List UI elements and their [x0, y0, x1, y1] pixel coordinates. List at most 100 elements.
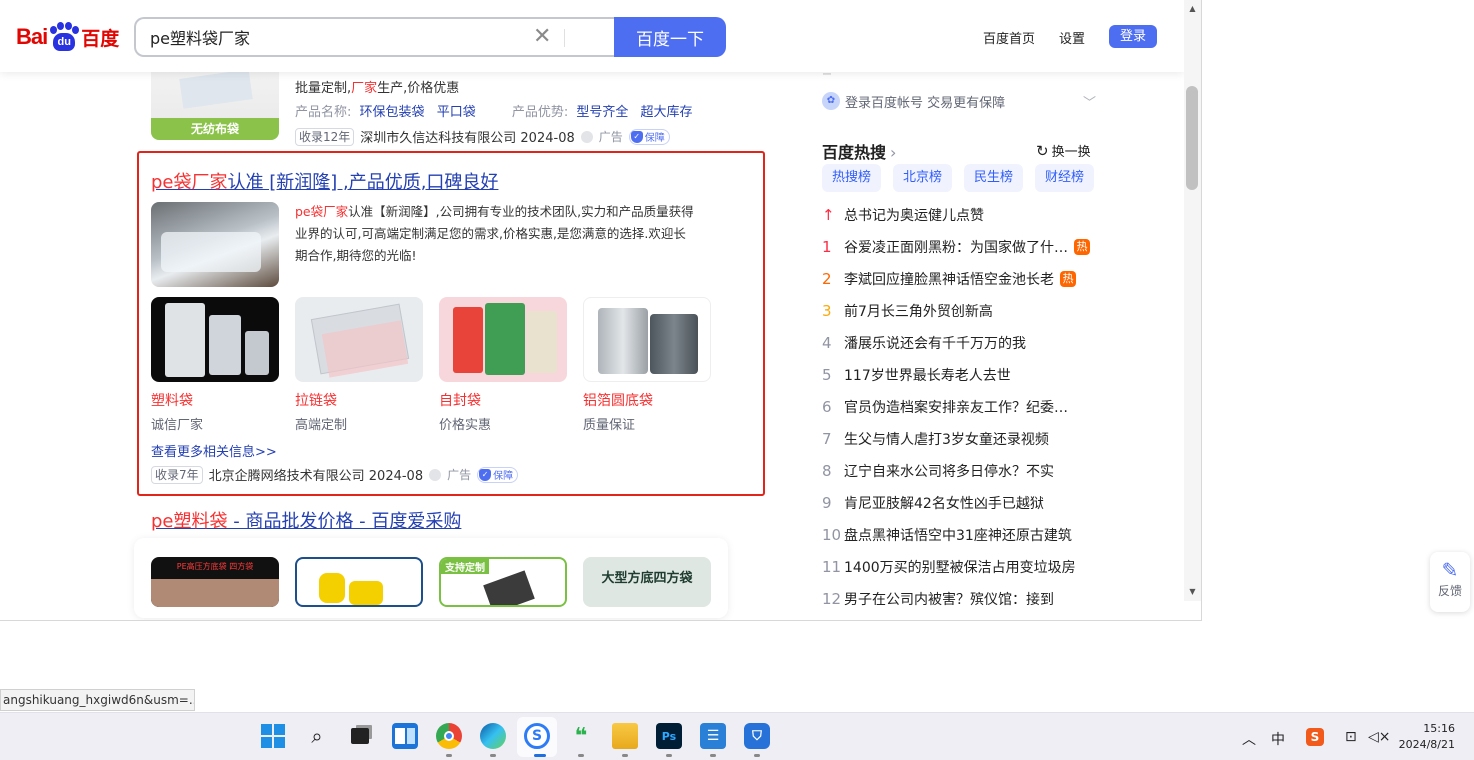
sogou-ime-icon[interactable]: S [1306, 728, 1324, 746]
guarantee-badge[interactable]: ✓ 保障 [477, 466, 519, 483]
result-3-image[interactable]: PE高压方底袋 四方袋 [151, 557, 279, 607]
result-top-image[interactable]: 无纺布袋 [151, 72, 279, 140]
product-name[interactable]: 拉链袋 [295, 390, 337, 410]
product-adv-link[interactable]: 型号齐全 [576, 105, 628, 120]
vertical-scrollbar[interactable]: ▲ ▼ [1184, 0, 1201, 601]
tab-finance[interactable]: 财经榜 [1035, 164, 1095, 192]
desktop: 无纺布袋 批量定制,厂家生产,价格优惠 产品名称: 环保包装袋 平口袋 产品优势… [0, 0, 1474, 760]
info-icon[interactable] [580, 130, 593, 143]
clock[interactable]: 15:16 2024/8/21 [1395, 721, 1455, 753]
source-company[interactable]: 北京企腾网络技术有限公司 2024-08 [209, 465, 423, 484]
result-3-title[interactable]: pe塑料袋 - 商品批发价格 - 百度爱采购 [151, 507, 461, 533]
hot-search-item[interactable]: ↑ 总书记为奥运健儿点赞 [822, 204, 984, 226]
product-name[interactable]: 自封袋 [439, 390, 481, 410]
photoshop-icon[interactable]: Ps [656, 723, 682, 749]
chrome-icon[interactable] [436, 723, 462, 749]
tab-beijing[interactable]: 北京榜 [893, 164, 953, 192]
result-3-image[interactable]: 支持定制 [439, 557, 567, 607]
clear-icon[interactable]: ✕ [533, 25, 551, 49]
notepad-icon[interactable]: ☰ [700, 723, 726, 749]
product-image-seal-bag[interactable] [439, 297, 567, 382]
hot-search-text[interactable]: 肯尼亚肢解42名女性凶手已越狱 [844, 493, 1044, 513]
ime-indicator[interactable]: 中 [1271, 729, 1285, 749]
tab-livelihood[interactable]: 民生榜 [964, 164, 1024, 192]
hot-search-text[interactable]: 李斌回应撞脸黑神话悟空金池长老 [844, 269, 1054, 289]
wechat-icon[interactable]: ❝ [568, 723, 594, 749]
refresh-button[interactable]: ↻ 换一换 [1036, 141, 1091, 161]
hot-search-item[interactable]: 9 肯尼亚肢解42名女性凶手已越狱 [822, 492, 1044, 514]
network-icon[interactable]: ⊡ [1345, 729, 1357, 745]
ad-result-main-image[interactable] [151, 202, 279, 287]
result-top-source: 收录12年 深圳市久信达科技有限公司 2024-08 广告 ✓ 保障 [295, 127, 670, 146]
more-info-link[interactable]: 查看更多相关信息>> [151, 441, 277, 460]
hot-search-item[interactable]: 2 李斌回应撞脸黑神话悟空金池长老热 [822, 268, 1076, 290]
sogou-browser-icon[interactable]: S [524, 723, 550, 749]
hot-search-text[interactable]: 官员伪造档案安排亲友工作？纪委… [844, 397, 1068, 417]
page-viewport[interactable]: 无纺布袋 批量定制,厂家生产,价格优惠 产品名称: 环保包装袋 平口袋 产品优势… [0, 0, 1184, 620]
scroll-down-icon[interactable]: ▼ [1184, 585, 1201, 599]
hot-rank: 8 [822, 462, 832, 480]
scroll-up-icon[interactable]: ▲ [1184, 2, 1201, 16]
hot-search-text[interactable]: 男子在公司内被害？殡仪馆：接到 [844, 589, 1054, 609]
search-button[interactable]: 百度一下 [614, 17, 726, 57]
chevron-up-icon[interactable]: ︿ [1242, 729, 1256, 749]
hot-search-text[interactable]: 潘展乐说还会有千千万万的我 [844, 333, 1026, 353]
active-indicator [534, 754, 546, 757]
search-input[interactable] [150, 26, 530, 48]
security-app-icon[interactable]: ⛉ [744, 723, 770, 749]
login-button[interactable]: 登录 [1109, 25, 1157, 48]
hot-search-text[interactable]: 总书记为奥运健儿点赞 [844, 205, 984, 225]
tab-hot[interactable]: 热搜榜 [822, 164, 882, 192]
hot-search-item[interactable]: 1 谷爱凌正面刚黑粉：为国家做了什… 热 [822, 236, 1090, 258]
windows-start-icon[interactable] [260, 723, 286, 749]
hot-search-item[interactable]: 12 男子在公司内被害？殡仪馆：接到 [822, 588, 1054, 610]
hot-search-text[interactable]: 辽宁自来水公司将多日停水？不实 [844, 461, 1054, 481]
home-link[interactable]: 百度首页 [983, 28, 1035, 47]
info-icon[interactable] [429, 468, 442, 481]
hot-search-item[interactable]: 7 生父与情人虐打3岁女童还录视频 [822, 428, 1049, 450]
feedback-button[interactable]: ✎ 反馈 [1430, 552, 1470, 612]
product-name[interactable]: 塑料袋 [151, 390, 193, 410]
hot-search-item[interactable]: 8 辽宁自来水公司将多日停水？不实 [822, 460, 1054, 482]
widgets-icon[interactable] [392, 723, 418, 749]
product-name-link[interactable]: 平口袋 [437, 105, 476, 120]
hot-rank: 4 [822, 334, 832, 352]
running-indicator [622, 754, 628, 757]
hot-search-item[interactable]: 6 官员伪造档案安排亲友工作？纪委… [822, 396, 1068, 418]
hot-search-text[interactable]: 生父与情人虐打3岁女童还录视频 [844, 429, 1049, 449]
hot-search-item[interactable]: 4 潘展乐说还会有千千万万的我 [822, 332, 1026, 354]
volume-muted-icon[interactable]: ◁× [1368, 729, 1391, 745]
scroll-thumb[interactable] [1186, 86, 1198, 190]
hot-search-text[interactable]: 谷爱凌正面刚黑粉：为国家做了什… [844, 237, 1068, 257]
edge-icon[interactable] [480, 723, 506, 749]
product-name-link[interactable]: 环保包装袋 [360, 105, 425, 120]
search-icon[interactable]: ⌕ [304, 723, 330, 749]
hot-search-text[interactable]: 盘点黑神话悟空中31座神还原古建筑 [844, 525, 1072, 545]
product-image-plastic-bag[interactable] [151, 297, 279, 382]
product-adv-link[interactable]: 超大库存 [641, 105, 693, 120]
result-3-image[interactable]: 大型方底四方袋 [583, 557, 711, 607]
hot-badge: 热 [1060, 271, 1076, 287]
hot-search-item[interactable]: 11 1400万买的别墅被保洁占用变垃圾房 [822, 556, 1076, 578]
ad-result-title[interactable]: pe袋厂家认准 [新润隆] ,产品优质,口碑良好 [151, 168, 498, 194]
product-image-foil-bag[interactable] [583, 297, 711, 382]
hot-search-item[interactable]: 5 117岁世界最长寿老人去世 [822, 364, 1011, 386]
chevron-down-icon[interactable]: ﹀ [1083, 92, 1096, 111]
hot-rank: 5 [822, 366, 832, 384]
settings-link[interactable]: 设置 [1059, 28, 1085, 47]
hot-search-text[interactable]: 1400万买的别墅被保洁占用变垃圾房 [844, 557, 1076, 577]
hot-search-item[interactable]: 10 盘点黑神话悟空中31座神还原古建筑 [822, 524, 1072, 546]
hot-search-item[interactable]: 3 前7月长三角外贸创新高 [822, 300, 993, 322]
guarantee-badge[interactable]: ✓ 保障 [628, 128, 670, 145]
file-explorer-icon[interactable] [612, 723, 638, 749]
task-view-icon[interactable] [347, 723, 373, 749]
result-3-image[interactable] [295, 557, 423, 607]
hot-search-text[interactable]: 117岁世界最长寿老人去世 [844, 365, 1011, 385]
product-name[interactable]: 铝箔圆底袋 [583, 390, 653, 410]
hot-search-text[interactable]: 前7月长三角外贸创新高 [844, 301, 993, 321]
product-image-zip-bag[interactable] [295, 297, 423, 382]
login-tip[interactable]: ✿ 登录百度帐号 交易更有保障 ﹀ [822, 90, 1096, 112]
baidu-logo[interactable]: Bai du 百度 [16, 20, 119, 54]
hot-search-title[interactable]: 百度热搜 › [822, 139, 896, 163]
source-company[interactable]: 深圳市久信达科技有限公司 2024-08 [360, 127, 574, 146]
